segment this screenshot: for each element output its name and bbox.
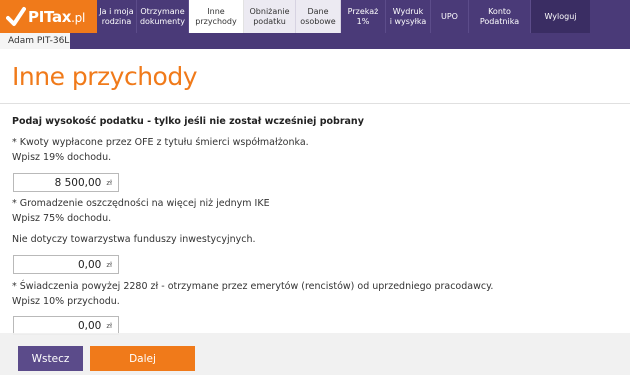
checkmark-icon: [6, 6, 26, 28]
item-ike-description: * Gromadzenie oszczędności na więcej niż…: [12, 198, 270, 209]
nav-item-inne-przychody[interactable]: Inne przychody: [189, 0, 244, 33]
taxpayer-bar: Adam PIT-36L: [0, 33, 630, 49]
item-ofe-instruction: Wpisz 19% dochodu.: [12, 152, 112, 163]
brand-name: PITax.pl: [28, 7, 86, 26]
back-button[interactable]: Wstecz: [18, 346, 83, 371]
nav-item-konto-podatnika[interactable]: Konto Podatnika: [469, 0, 531, 33]
top-navigation: PITax.pl Ja i moja rodzina Otrzymane dokum…: [0, 0, 630, 33]
nav-item-upo[interactable]: UPO: [431, 0, 469, 33]
next-button[interactable]: Dalej: [90, 346, 195, 371]
ofe-amount-input[interactable]: [29, 176, 102, 189]
nav-item-wydruk-i-wysylka[interactable]: Wydruk i wysyłka: [386, 0, 431, 33]
item-ofe-description: * Kwoty wypłacone przez OFE z tytułu śmi…: [12, 137, 309, 148]
ike-amount-field[interactable]: zł: [13, 255, 119, 274]
brand-logo[interactable]: PITax.pl: [0, 0, 97, 33]
pension-amount-input[interactable]: [29, 319, 102, 332]
currency-label: zł: [106, 260, 112, 269]
item-pension-description: * Świadczenia powyżej 2280 zł - otrzyman…: [12, 281, 494, 292]
currency-label: zł: [106, 321, 112, 330]
page-title: Inne przychody: [12, 62, 198, 91]
nav-item-obnizanie-podatku[interactable]: Obniżanie podatku: [244, 0, 296, 33]
item-pension-instruction: Wpisz 10% przychodu.: [12, 296, 120, 307]
nav-item-wyloguj[interactable]: Wyloguj: [531, 0, 590, 33]
nav-item-przekaz-1[interactable]: Przekaż 1%: [341, 0, 386, 33]
section-title: Podaj wysokość podatku - tylko jeśli nie…: [12, 116, 364, 127]
nav-item-otrzymane-dokumenty[interactable]: Otrzymane dokumenty: [137, 0, 189, 33]
item-ike-note: Nie dotyczy towarzystwa funduszy inwesty…: [12, 234, 256, 245]
main-nav: Ja i moja rodzina Otrzymane dokumenty Inne…: [97, 0, 590, 33]
nav-item-dane-osobowe[interactable]: Dane osobowe: [296, 0, 341, 33]
ofe-amount-field[interactable]: zł: [13, 173, 119, 192]
tab-taxpayer-form[interactable]: Adam PIT-36L: [0, 33, 70, 49]
divider: [0, 103, 630, 104]
item-ike-instruction: Wpisz 75% dochodu.: [12, 213, 112, 224]
ike-amount-input[interactable]: [29, 258, 102, 271]
currency-label: zł: [106, 178, 112, 187]
nav-item-ja-i-moja-rodzina[interactable]: Ja i moja rodzina: [97, 0, 137, 33]
